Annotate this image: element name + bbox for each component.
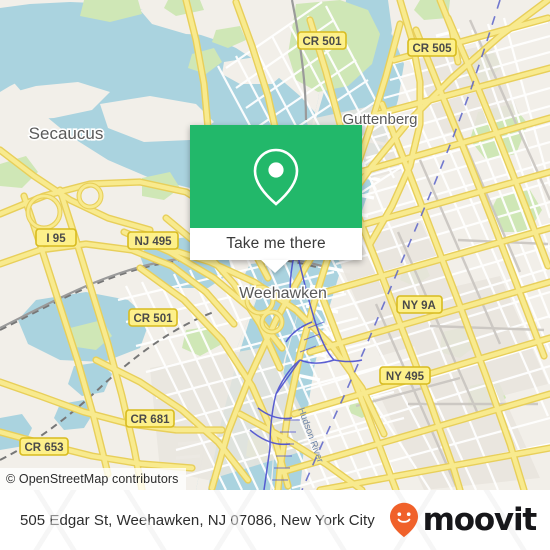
moovit-smiley-pin-icon	[389, 502, 418, 538]
take-me-there-label: Take me there	[226, 235, 326, 252]
popup-header	[190, 125, 362, 228]
route-shield-cr653: CR 653	[19, 437, 69, 456]
location-popup-card[interactable]: Take me there	[190, 125, 362, 260]
route-shield-cr501-south: CR 501	[128, 308, 178, 327]
route-shield-cr501-north: CR 501	[297, 31, 347, 50]
map-pin-icon	[253, 148, 299, 206]
route-shield-ny9a: NY 9A	[396, 295, 443, 314]
route-shield-i95: I 95	[35, 228, 77, 247]
svg-text:NJ 495: NJ 495	[134, 236, 172, 248]
moovit-logo[interactable]: moovit	[389, 501, 538, 538]
map-label-secaucus: Secaucus	[29, 124, 104, 143]
footer-bar: 505 Edgar St, Weehawken, NJ 07086, New Y…	[0, 490, 550, 550]
svg-text:CR 501: CR 501	[134, 313, 174, 325]
osm-attribution[interactable]: © OpenStreetMap contributors	[0, 468, 186, 490]
svg-text:CR 501: CR 501	[303, 36, 343, 48]
map-label-weehawken: Weehawken	[239, 285, 327, 302]
svg-text:NY 9A: NY 9A	[402, 300, 436, 312]
moovit-wordmark: moovit	[422, 501, 538, 538]
screenshot-root: Secaucus Guttenberg Weehawken Hudson Riv…	[0, 0, 550, 550]
svg-text:CR 505: CR 505	[413, 43, 453, 55]
route-shield-cr681: CR 681	[125, 409, 175, 428]
route-shield-cr505: CR 505	[407, 38, 457, 57]
svg-text:I 95: I 95	[46, 233, 66, 245]
route-shield-ny495: NY 495	[379, 366, 431, 385]
popup-pointer	[261, 260, 289, 273]
svg-text:NY 495: NY 495	[386, 371, 425, 383]
svg-text:CR 681: CR 681	[131, 414, 171, 426]
svg-text:CR 653: CR 653	[25, 442, 64, 454]
route-shield-nj495: NJ 495	[127, 231, 179, 250]
address-label: 505 Edgar St, Weehawken, NJ 07086, New Y…	[20, 511, 375, 529]
take-me-there-button[interactable]: Take me there	[190, 228, 362, 260]
